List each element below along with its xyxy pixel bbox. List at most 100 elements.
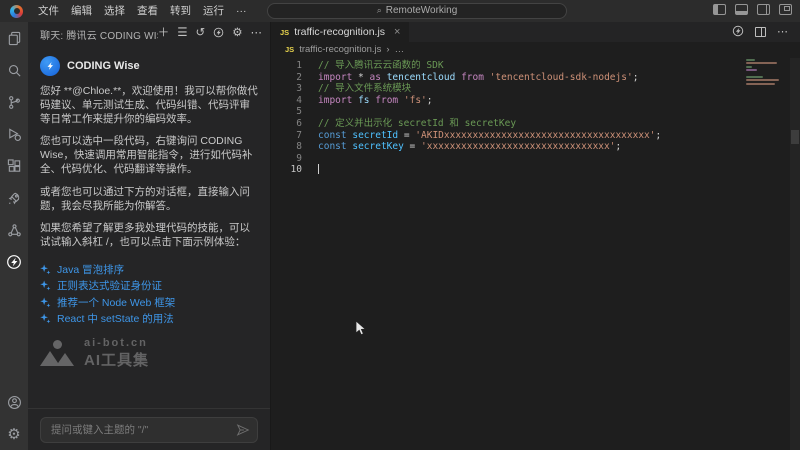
activity-bar: ⚙	[0, 22, 28, 450]
menu-item[interactable]: 选择	[98, 0, 131, 22]
assistant-avatar	[40, 56, 60, 76]
toggle-panel-icon[interactable]	[735, 4, 748, 15]
line-number: 5	[271, 106, 311, 118]
sessions-list-icon[interactable]: ☰	[177, 28, 187, 40]
breadcrumb[interactable]: JS traffic-recognition.js › …	[271, 42, 800, 57]
watermark-line2: AI工具集	[84, 349, 149, 370]
sparkle-icon	[40, 280, 51, 291]
code-line	[318, 106, 661, 118]
chat-settings-icon[interactable]: ⚙	[232, 28, 242, 40]
command-center-search[interactable]: ⌕ RemoteWorking	[267, 3, 567, 19]
sparkle-icon	[40, 264, 51, 275]
minimap-line	[746, 62, 777, 64]
new-chat-icon[interactable]: ＋	[158, 28, 170, 40]
chat-input[interactable]	[40, 417, 258, 443]
extensions-icon[interactable]	[0, 150, 28, 182]
watermark-logo-icon	[40, 340, 76, 366]
code-editor[interactable]: 12345678910 // 导入腾讯云云函数的 SDKimport * as …	[271, 57, 800, 177]
tab-label: traffic-recognition.js	[294, 26, 385, 38]
menu-item[interactable]: ···	[230, 0, 253, 22]
code-line	[318, 164, 661, 177]
chat-paragraph: 您好 **@Chloe.**，欢迎使用！我可以帮你做代码建议、单元测试生成、代码…	[40, 85, 258, 126]
toggle-sidebar-icon[interactable]	[713, 4, 726, 15]
menu-item[interactable]: 文件	[32, 0, 65, 22]
example-prompt-label: 正则表达式验证身份证	[57, 278, 162, 293]
vscode-window: 文件编辑选择查看转到运行··· ← → ⌕ RemoteWorking	[0, 0, 800, 450]
breadcrumb-more[interactable]: …	[395, 44, 405, 55]
customize-layout-icon[interactable]	[779, 4, 792, 15]
layout-controls	[713, 4, 792, 15]
editor-group: JS traffic-recognition.js × ⋯ JS traffic…	[270, 22, 800, 450]
sparkle-icon	[40, 297, 51, 308]
code-line: const secretKey = 'xxxxxxxxxxxxxxxxxxxxx…	[318, 141, 661, 153]
example-prompts: Java 冒泡排序 正则表达式验证身份证 推荐一个 Node Web 框架 Re…	[40, 261, 258, 327]
split-editor-icon[interactable]	[755, 27, 766, 37]
menu-item[interactable]: 查看	[131, 0, 164, 22]
code-line: // 导入文件系统模块	[318, 83, 661, 95]
assistant-name: CODING Wise	[67, 60, 140, 72]
editor-more-icon[interactable]: ⋯	[777, 27, 788, 38]
line-number: 8	[271, 141, 311, 153]
breadcrumb-file[interactable]: traffic-recognition.js	[299, 44, 381, 55]
line-number: 9	[271, 153, 311, 165]
line-number: 6	[271, 118, 311, 130]
account-icon[interactable]	[0, 386, 28, 418]
rocket-icon[interactable]	[0, 182, 28, 214]
watermark: ai-bot.cn AI工具集	[40, 337, 258, 370]
mouse-cursor	[355, 321, 369, 337]
menu-item[interactable]: 编辑	[65, 0, 98, 22]
explorer-icon[interactable]	[0, 22, 28, 54]
line-number: 10	[271, 164, 311, 176]
search-icon: ⌕	[377, 5, 382, 16]
code-line: import fs from 'fs';	[318, 95, 661, 107]
tab-traffic-recognition[interactable]: JS traffic-recognition.js ×	[271, 22, 409, 42]
chat-more-icon[interactable]: ⋯	[251, 28, 263, 40]
line-number: 1	[271, 60, 311, 72]
chat-panel: 聊天: 腾讯云 CODING WISE ＋ ☰ ↺ ⚙ ⋯ CODING Wis…	[28, 22, 270, 450]
search-icon[interactable]	[0, 54, 28, 86]
example-prompt-link[interactable]: 正则表达式验证身份证	[40, 277, 258, 294]
chat-panel-header: 聊天: 腾讯云 CODING WISE ＋ ☰ ↺ ⚙ ⋯	[28, 22, 270, 46]
run-debug-icon[interactable]	[0, 118, 28, 150]
breadcrumb-js-icon: JS	[285, 45, 294, 54]
toggle-secondary-sidebar-icon[interactable]	[757, 4, 770, 15]
send-icon[interactable]	[236, 423, 250, 437]
minimap-line	[746, 66, 752, 68]
js-file-icon: JS	[280, 28, 289, 37]
minimap-line	[746, 83, 775, 85]
example-prompt-link[interactable]: Java 冒泡排序	[40, 261, 258, 278]
tab-close-icon[interactable]: ×	[394, 26, 400, 38]
example-prompt-label: 推荐一个 Node Web 框架	[57, 295, 175, 310]
chat-paragraph: 或者您也可以通过下方的对话框，直接输入问题，我会尽我所能为你解答。	[40, 186, 258, 214]
organization-icon[interactable]	[0, 214, 28, 246]
line-number: 7	[271, 130, 311, 142]
chat-paragraph: 如果您希望了解更多我处理代码的技能，可以试试输入斜杠 /，也可以点击下面示例体验…	[40, 222, 258, 250]
minimap[interactable]	[746, 59, 782, 93]
code-line: // 导入腾讯云云函数的 SDK	[318, 60, 661, 72]
scrollbar-thumb[interactable]	[791, 130, 799, 144]
history-icon[interactable]: ↺	[196, 28, 206, 40]
text-caret	[318, 164, 319, 174]
chat-panel-actions: ＋ ☰ ↺ ⚙ ⋯	[158, 27, 262, 42]
example-prompt-link[interactable]: 推荐一个 Node Web 框架	[40, 294, 258, 311]
settings-gear-icon[interactable]: ⚙	[0, 418, 28, 450]
source-control-icon[interactable]	[0, 86, 28, 118]
line-number: 2	[271, 72, 311, 84]
minimap-line	[746, 59, 755, 61]
minimap-line	[746, 69, 757, 71]
code-lines: // 导入腾讯云云函数的 SDKimport * as tencentcloud…	[318, 60, 661, 177]
minimap-line	[746, 76, 763, 78]
example-prompt-link[interactable]: React 中 setState 的用法	[40, 310, 258, 327]
example-prompt-label: Java 冒泡排序	[57, 262, 124, 277]
coding-wise-icon[interactable]	[0, 246, 28, 278]
editor-scrollbar[interactable]	[790, 58, 800, 450]
coding-logo-icon[interactable]	[213, 27, 224, 42]
code-line	[318, 153, 661, 165]
menu-item[interactable]: 转到	[164, 0, 197, 22]
coding-wise-action-icon[interactable]	[732, 25, 744, 40]
line-number: 3	[271, 83, 311, 95]
titlebar: 文件编辑选择查看转到运行··· ← → ⌕ RemoteWorking	[0, 0, 800, 22]
menu-item[interactable]: 运行	[197, 0, 230, 22]
assistant-message-header: CODING Wise	[40, 56, 258, 76]
line-number: 4	[271, 95, 311, 107]
